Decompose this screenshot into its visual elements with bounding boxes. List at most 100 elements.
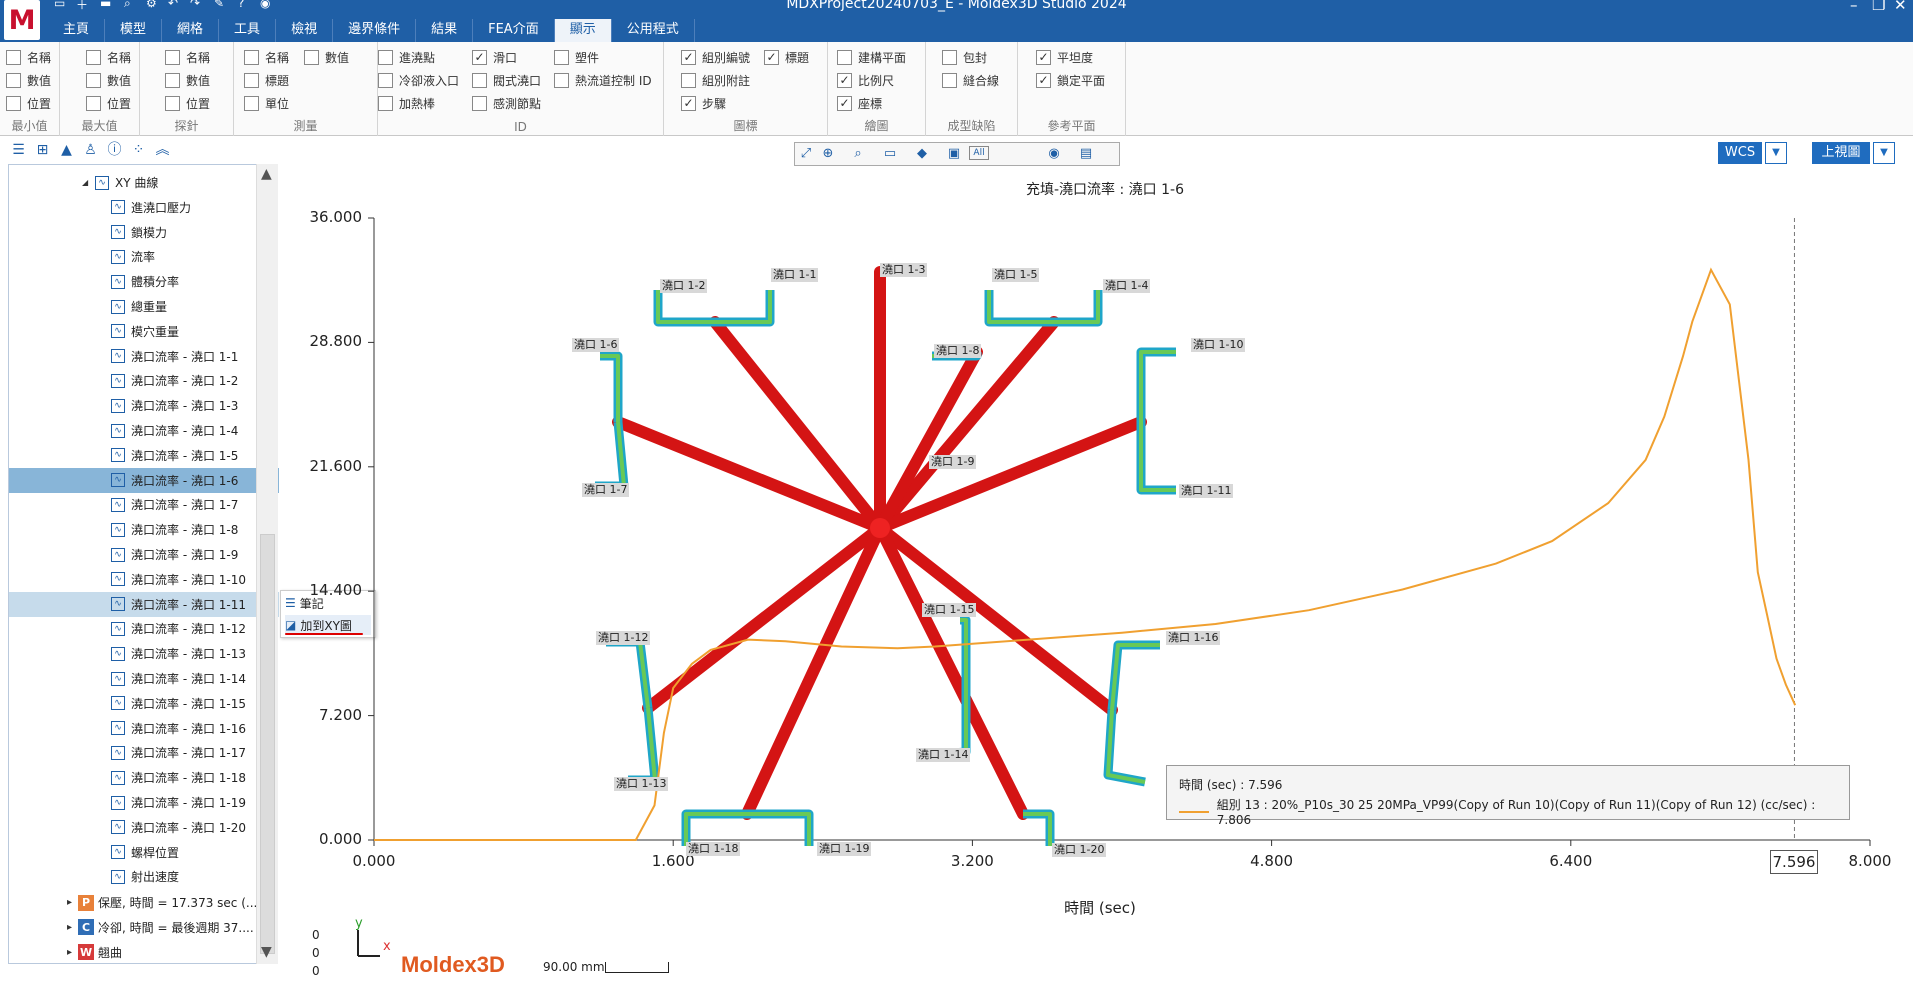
tree-item[interactable]: ∿ 澆口流率 - 澆口 1-4: [9, 418, 279, 443]
shade-icon[interactable]: ▣: [945, 146, 963, 162]
tree-item[interactable]: ∿ 澆口流率 - 澆口 1-12: [9, 616, 279, 641]
checkbox-gate[interactable]: ✓ 滑口: [472, 49, 517, 65]
checkbox-measure-value[interactable]: 數值: [304, 49, 349, 65]
tree-item[interactable]: ∿ 澆口流率 - 澆口 1-8: [9, 517, 279, 542]
checkbox-probe-value[interactable]: 數值: [165, 72, 210, 88]
checkbox-group-note[interactable]: 組別附註: [681, 72, 750, 88]
window-icon[interactable]: ▭: [881, 146, 899, 162]
tree-item[interactable]: ∿ 澆口流率 - 澆口 1-19: [9, 790, 279, 815]
checkbox-max-name[interactable]: 名稱: [86, 49, 131, 65]
checkbox-air-trap[interactable]: 包封: [942, 49, 987, 65]
restore-icon[interactable]: ❐: [1872, 0, 1885, 14]
checkbox-measure-unit[interactable]: 單位: [244, 95, 289, 111]
menu-item-add-to-xy[interactable]: ◪ 加到XY圖: [285, 615, 371, 635]
checkbox-sensor[interactable]: 感測節點: [472, 95, 541, 111]
checkbox-lock-plane[interactable]: ✓ 鎖定平面: [1036, 72, 1105, 88]
tree-item[interactable]: ∿ 澆口流率 - 澆口 1-14: [9, 666, 279, 691]
tree-item[interactable]: ∿ 流率: [9, 244, 279, 269]
tree-item[interactable]: ∿ 螺桿位置: [9, 840, 279, 865]
checkbox-scale[interactable]: ✓ 比例尺: [837, 72, 894, 88]
tree-node-w[interactable]: ▸ W 翹曲: [9, 940, 279, 965]
checkbox-hotrunner-id[interactable]: 熱流道控制 ID: [554, 72, 652, 88]
checkbox-probe-name[interactable]: 名稱: [165, 49, 210, 65]
cube-icon[interactable]: ◆: [913, 146, 931, 162]
layer-icon[interactable]: ▤: [1077, 146, 1095, 162]
part-icon[interactable]: ▲: [58, 142, 75, 159]
checkbox-group-number[interactable]: ✓ 組別編號: [681, 49, 750, 65]
view-dropdown-icon[interactable]: ▼: [1873, 142, 1895, 164]
checkbox-measure-name[interactable]: 名稱: [244, 49, 289, 65]
tab-utilities[interactable]: 公用程式: [612, 19, 695, 42]
checkbox-min-name[interactable]: 名稱: [6, 49, 51, 65]
tree-item[interactable]: ∿ 澆口流率 - 澆口 1-6: [9, 467, 279, 493]
tree-item[interactable]: ∿ 鎖模力: [9, 220, 279, 245]
person-icon[interactable]: ♙: [82, 142, 99, 159]
checkbox-weld-line[interactable]: 縫合線: [942, 72, 999, 88]
checkbox-measure-title[interactable]: 標題: [244, 72, 289, 88]
checkbox-max-value[interactable]: 數值: [86, 72, 131, 88]
wcs-dropdown-icon[interactable]: ▼: [1765, 142, 1787, 164]
list-icon[interactable]: ☰: [10, 142, 27, 159]
tree-item[interactable]: ∿ 澆口流率 - 澆口 1-18: [9, 765, 279, 790]
checkbox-max-position[interactable]: 位置: [86, 95, 131, 111]
tree-node-p[interactable]: ▸ P 保壓, 時間 = 17.373 sec (...: [9, 890, 279, 915]
checkbox-inlet[interactable]: 進澆點: [378, 49, 435, 65]
tree-item[interactable]: ∿ 澆口流率 - 澆口 1-20: [9, 815, 279, 840]
info-icon[interactable]: ⓘ: [106, 142, 123, 159]
tree-item[interactable]: ∿ 體積分率: [9, 269, 279, 294]
checkbox-valve-gate[interactable]: 閥式澆口: [472, 72, 541, 88]
tree-item[interactable]: ∿ 射出速度: [9, 864, 279, 889]
tab-view[interactable]: 檢視: [276, 19, 334, 42]
checkbox-min-value[interactable]: 數值: [6, 72, 51, 88]
expand-arrow-icon[interactable]: ▸: [67, 922, 72, 933]
tree-item[interactable]: ∿ 澆口流率 - 澆口 1-1: [9, 344, 279, 369]
view-orientation-button[interactable]: 上視圖: [1812, 142, 1870, 164]
eye-icon[interactable]: ◉: [1045, 146, 1063, 162]
checkbox-probe-position[interactable]: 位置: [165, 95, 210, 111]
tree-icon[interactable]: ⊞: [34, 142, 51, 159]
tree-item[interactable]: ∿ 澆口流率 - 澆口 1-17: [9, 740, 279, 765]
checkbox-construction-plane[interactable]: 建構平面: [837, 49, 906, 65]
tab-results[interactable]: 結果: [416, 19, 474, 42]
checkbox-heater[interactable]: 加熱棒: [378, 95, 435, 111]
all-button[interactable]: All: [969, 146, 989, 160]
tree-item[interactable]: ∿ 澆口流率 - 澆口 1-11: [9, 591, 279, 617]
tree-item[interactable]: ∿ 澆口流率 - 澆口 1-13: [9, 641, 279, 666]
tree-node-xy-curves[interactable]: ◢ ∿ XY 曲線: [9, 170, 279, 195]
expand-arrow-icon[interactable]: ▸: [67, 947, 72, 958]
tree-item[interactable]: ∿ 進澆口壓力: [9, 195, 279, 220]
tree-item[interactable]: ∿ 澆口流率 - 澆口 1-7: [9, 492, 279, 517]
collapse-icon[interactable]: ︽: [154, 142, 171, 159]
tab-boundary[interactable]: 邊界條件: [333, 19, 417, 42]
checkbox-step[interactable]: ✓ 步驟: [681, 95, 726, 111]
checkbox-coordinates[interactable]: ✓ 座標: [837, 95, 882, 111]
checkbox-part[interactable]: 塑件: [554, 49, 599, 65]
tree-item[interactable]: ∿ 總重量: [9, 294, 279, 319]
checkbox-min-position[interactable]: 位置: [6, 95, 51, 111]
tree-item[interactable]: ∿ 澆口流率 - 澆口 1-10: [9, 567, 279, 592]
checkbox-coolant-inlet[interactable]: 冷卻液入口: [378, 72, 459, 88]
expand-arrow-icon[interactable]: ▸: [67, 897, 72, 908]
tree-item[interactable]: ∿ 澆口流率 - 澆口 1-9: [9, 542, 279, 567]
tree-item[interactable]: ∿ 澆口流率 - 澆口 1-3: [9, 393, 279, 418]
expand-arrow-icon[interactable]: ◢: [82, 178, 88, 187]
minimize-icon[interactable]: –: [1850, 0, 1858, 14]
scroll-down-icon[interactable]: ▼: [261, 944, 272, 960]
fit-icon[interactable]: ⤢: [797, 146, 815, 162]
center-icon[interactable]: ⊕: [819, 146, 837, 162]
tab-model[interactable]: 模型: [105, 19, 163, 42]
tree-item[interactable]: ∿ 模穴重量: [9, 319, 279, 344]
zoom-icon[interactable]: ⌕: [849, 146, 867, 162]
tab-tools[interactable]: 工具: [219, 19, 277, 42]
tab-fea[interactable]: FEA介面: [473, 19, 555, 42]
tree-item[interactable]: ∿ 澆口流率 - 澆口 1-2: [9, 368, 279, 393]
checkbox-flatness[interactable]: ✓ 平坦度: [1036, 49, 1093, 65]
scroll-up-icon[interactable]: ▲: [261, 166, 272, 182]
tree-item[interactable]: ∿ 澆口流率 - 澆口 1-15: [9, 691, 279, 716]
close-icon[interactable]: ✕: [1894, 0, 1907, 14]
scatter-icon[interactable]: ⁘: [130, 142, 147, 159]
wcs-button[interactable]: WCS: [1718, 142, 1762, 164]
tab-mesh[interactable]: 網格: [162, 19, 220, 42]
tab-display[interactable]: 顯示: [554, 19, 612, 42]
tab-home[interactable]: 主頁: [48, 19, 106, 42]
